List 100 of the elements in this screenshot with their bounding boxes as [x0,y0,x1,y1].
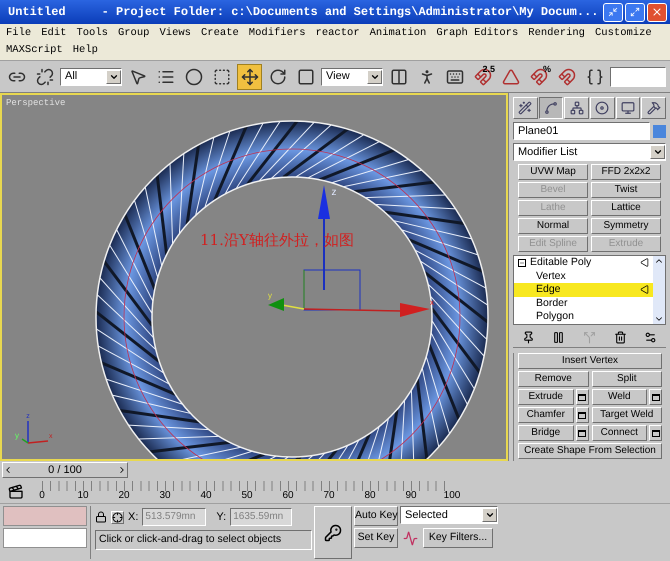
auto-key-button[interactable]: Auto Key [354,506,398,526]
settings-button[interactable] [649,389,662,405]
frame-number: 10 [77,489,89,503]
modifier-button[interactable]: FFD 2x2x2 [591,164,661,180]
sub-object-item[interactable]: Polygon [514,310,653,324]
spinner-snap-icon [558,68,576,86]
menu-item[interactable]: File [6,25,32,42]
close-button[interactable] [646,2,666,22]
key-mode-button[interactable] [314,506,352,559]
frame-number: 20 [118,489,130,503]
set-key-button[interactable]: Set Key [354,528,398,548]
edit-edges-button[interactable]: Weld [592,389,647,405]
selection-lock-icon[interactable] [95,511,107,523]
visibility-icon[interactable] [640,285,649,294]
menu-item[interactable]: Modifiers [248,25,306,42]
edit-edges-button[interactable]: Bridge [518,425,574,441]
menu-item[interactable]: Animation [370,25,426,42]
edit-edges-button[interactable]: Chamfer [518,407,574,423]
prompt-text: Click or click-and-drag to select objects [95,530,312,550]
menu-item[interactable]: Customize [594,25,652,42]
frame-number: 0 [39,489,45,503]
edit-edges-button[interactable]: Target Weld [592,407,662,423]
settings-icon[interactable] [644,331,658,344]
percent-snap-tool-button[interactable]: % [526,64,551,90]
edit-edges-button[interactable]: Insert Vertex [518,353,662,369]
settings-button[interactable] [576,425,588,441]
minimize-button[interactable] [602,2,622,22]
edit-edges-button[interactable]: Create Shape From Selection [518,443,662,459]
tangent-icon[interactable] [403,530,418,546]
modifier-button[interactable]: UVW Map [518,164,588,180]
toolbar-dropdown[interactable]: All [60,68,122,86]
collapse-toggle-icon[interactable] [518,258,526,267]
select-icon [128,68,146,86]
modifier-button[interactable]: Normal [518,218,588,234]
time-slider-thumb[interactable]: 0 / 100 [2,462,128,478]
hierarchy-icon [570,101,584,115]
create-tab[interactable] [513,97,538,119]
gizmo-axis-label: z [332,187,336,198]
menu-item[interactable]: Graph Editors [436,25,518,42]
listener-field[interactable] [3,506,87,526]
track-bar-icon[interactable] [8,484,24,500]
menu-item[interactable]: Rendering [528,25,585,42]
toolbar-dropdown[interactable]: View [321,68,383,86]
maximize-icon [630,7,640,17]
edit-edges-button[interactable]: Extrude [518,389,574,405]
frame-number: 40 [200,489,212,503]
modifier-list-dropdown[interactable]: Modifier List [513,143,666,161]
modifier-button[interactable]: Symmetry [591,218,661,234]
time-slider-track[interactable]: 0 / 100 [2,462,668,480]
frame-number: 80 [364,489,376,503]
unlink-icon [36,68,54,86]
maximize-button[interactable] [624,2,644,22]
key-icon [324,524,342,542]
sub-object-item[interactable]: Edge [514,283,653,296]
sub-object-item[interactable]: Border [514,296,653,310]
utilities-tab[interactable] [641,97,666,119]
pause-icon[interactable] [552,331,566,344]
modifier-button[interactable]: Lattice [591,200,661,216]
scale-icon [296,68,314,86]
menu-item[interactable]: Help [72,42,98,59]
menu-item[interactable]: Tools [76,25,108,42]
menu-item[interactable]: Group [118,25,150,42]
project-folder-text: - Project Folder: c:\Documents and Settings\Administrator\My Docum... [102,4,598,21]
settings-button[interactable] [576,389,588,405]
sub-object-item[interactable]: Vertex [514,270,653,283]
frame-number: 100 [444,489,460,503]
window-icon [652,394,660,400]
menu-item[interactable]: Create [200,25,239,42]
snap-tool-button[interactable]: 2.5 [470,64,495,90]
modify-tab[interactable] [538,97,564,119]
frame-number: 50 [241,489,253,503]
listener-output-field[interactable] [3,528,87,548]
motion-tab[interactable] [590,97,615,119]
absolute-mode-icon[interactable] [111,510,124,524]
menu-item[interactable]: MAXScript [6,42,63,59]
keyboard-icon [446,68,464,86]
object-color-swatch[interactable] [653,124,666,138]
move-tool-button[interactable] [237,64,262,90]
pin-icon[interactable] [522,331,535,344]
modifier-button[interactable]: Twist [591,182,661,198]
stack-item[interactable]: Editable Poly [514,256,653,270]
object-name-field[interactable]: Plane01 [513,122,650,140]
stack-scrollbar[interactable] [653,256,665,324]
edit-edges-button[interactable]: Split [592,371,662,387]
trash-icon[interactable] [614,331,627,344]
menu-item[interactable]: Views [159,25,191,42]
frame-number: 70 [323,489,335,503]
key-filters-button[interactable]: Key Filters... [423,528,493,548]
named-selection-field[interactable] [610,66,666,86]
display-tab[interactable] [616,97,640,119]
key-mode-dropdown[interactable]: Selected [400,506,498,524]
visibility-icon[interactable] [640,258,649,268]
settings-button[interactable] [649,425,662,441]
edit-edges-button[interactable]: Remove [518,371,588,387]
menu-item[interactable]: Edit [41,25,66,42]
motion-icon [595,101,610,115]
edit-edges-button[interactable]: Connect [592,425,647,441]
menu-item[interactable]: reactor [316,25,360,42]
hierarchy-tab[interactable] [564,97,590,119]
settings-button[interactable] [576,407,588,423]
